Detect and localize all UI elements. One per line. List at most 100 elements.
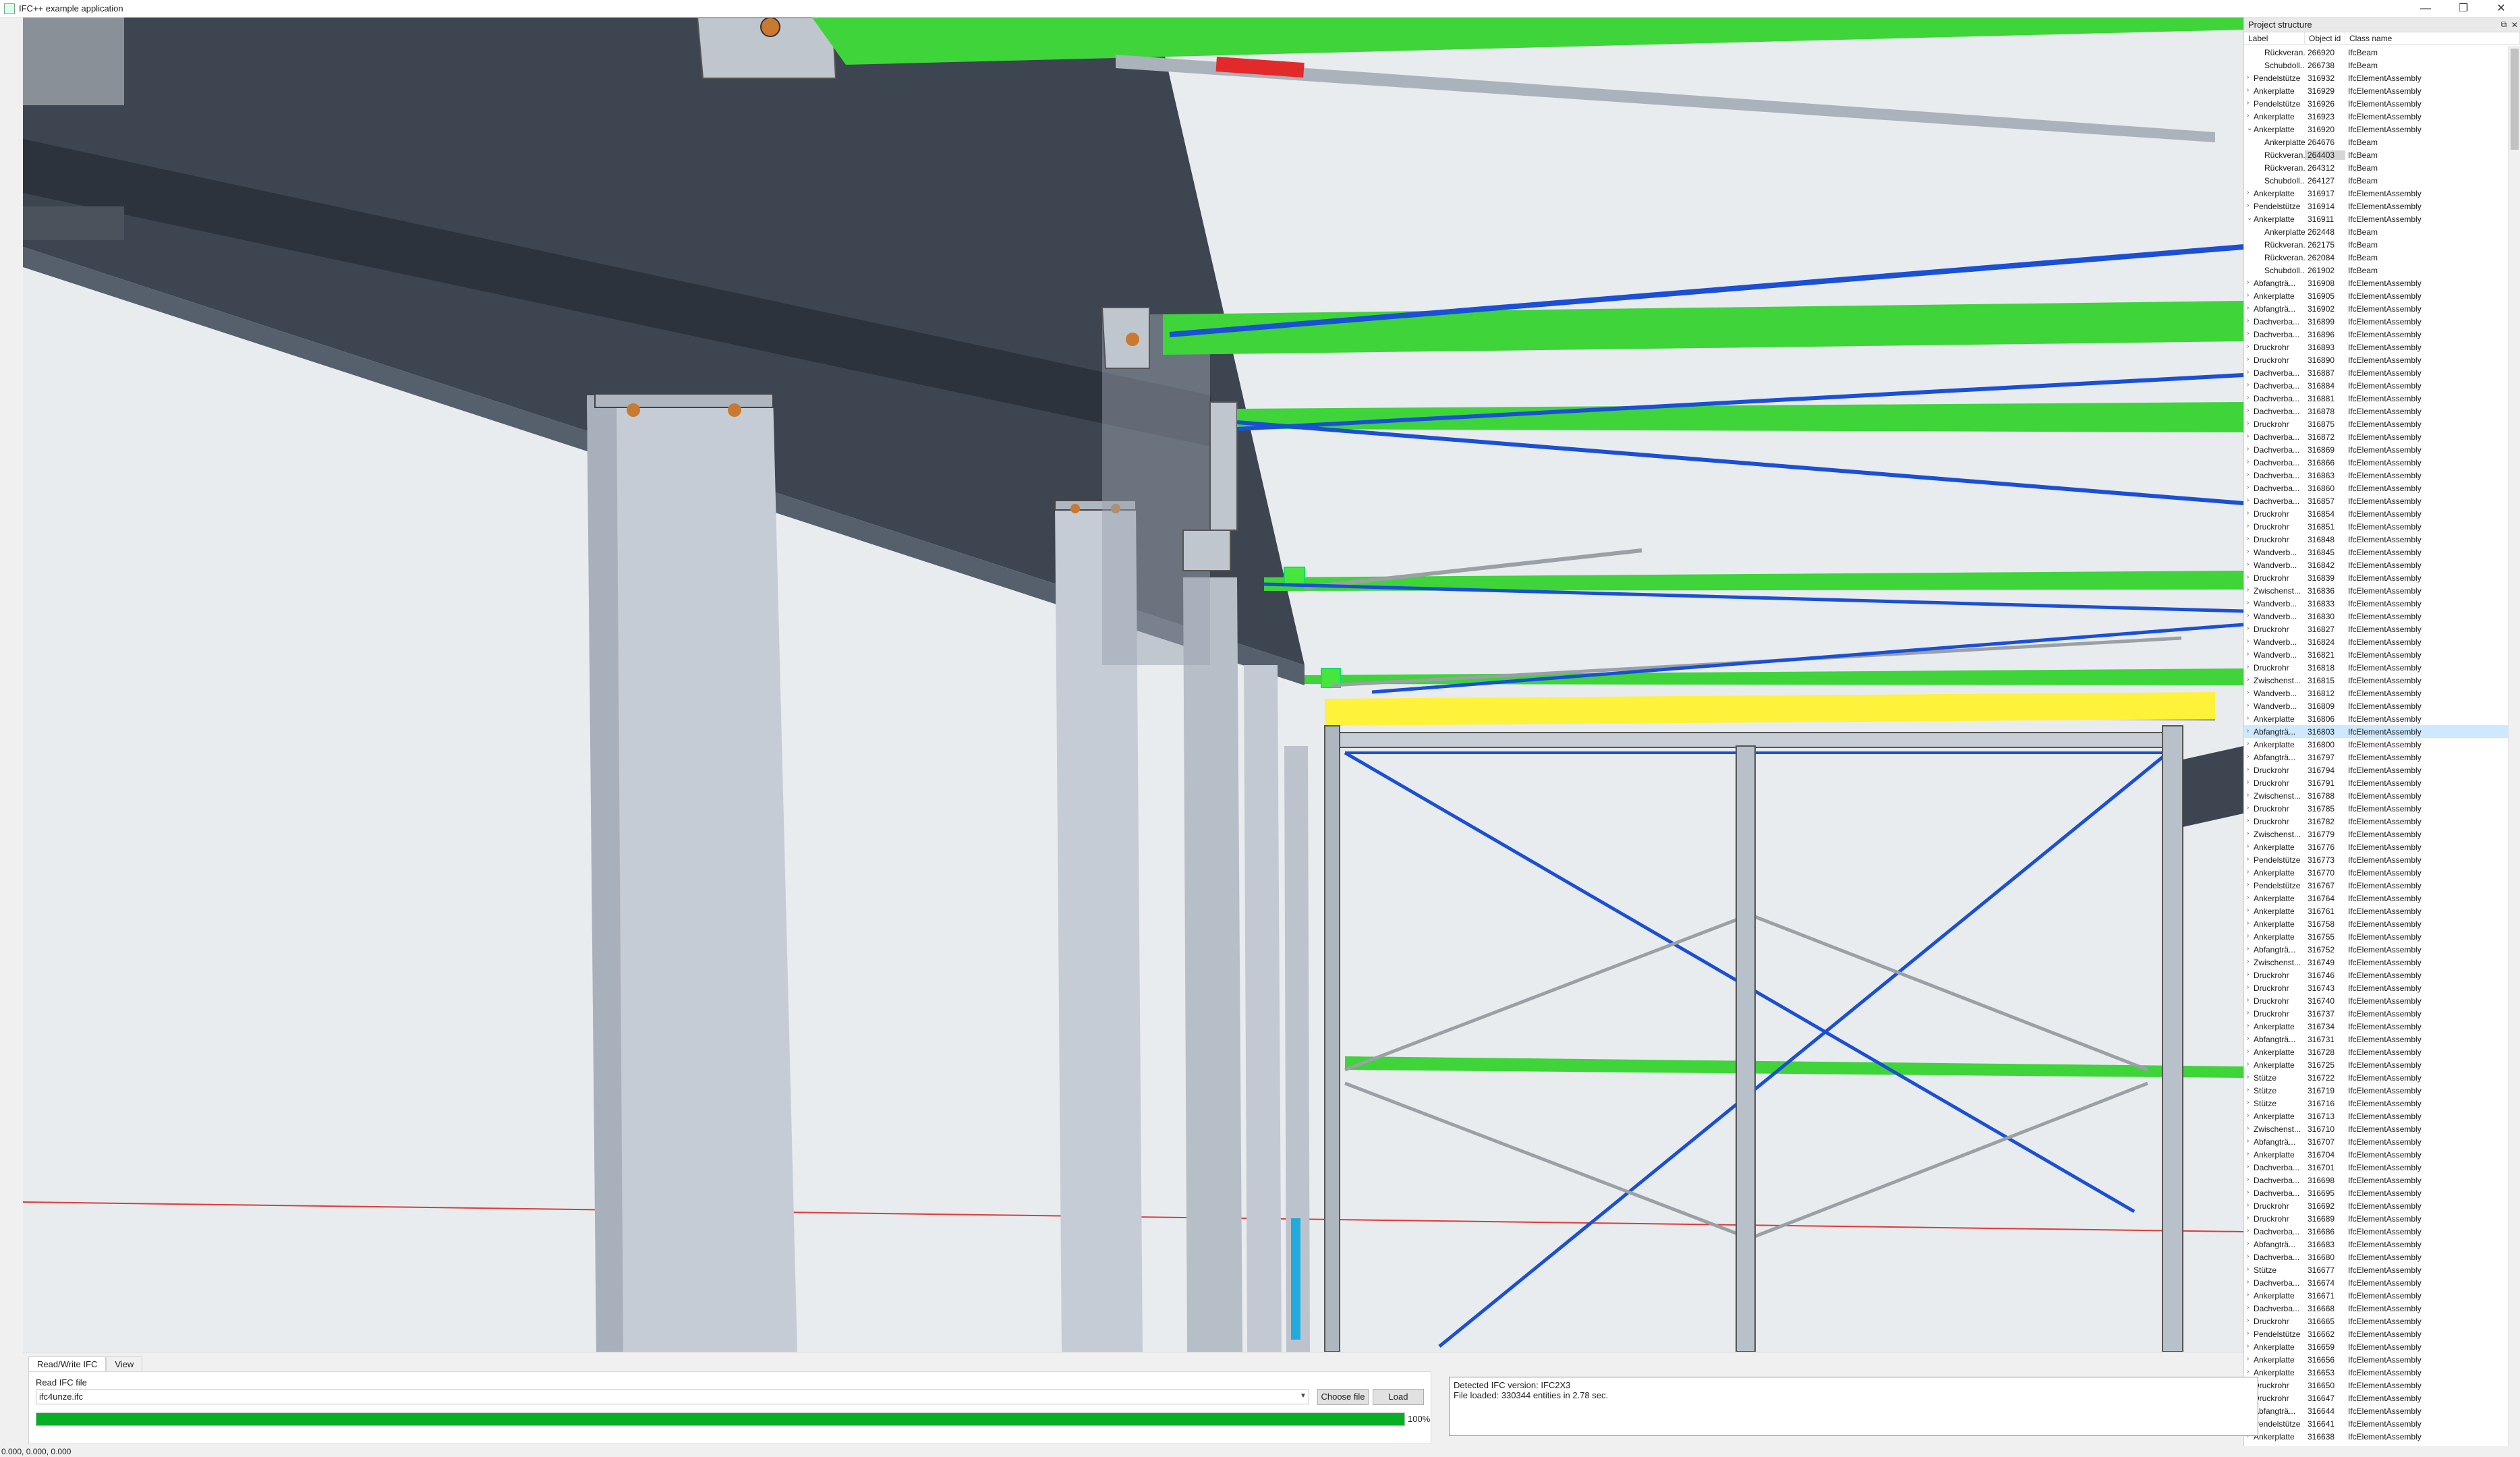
collapsed-arrow-icon[interactable]: › <box>2247 381 2249 389</box>
tree-row[interactable]: › Druckrohr 316665 IfcElementAssembly <box>2244 1315 2509 1327</box>
collapsed-arrow-icon[interactable]: › <box>2247 1048 2249 1055</box>
tree-row[interactable]: › Ankerplatte 316713 IfcElementAssembly <box>2244 1110 2509 1122</box>
tree-row[interactable]: › Dachverba... 316878 IfcElementAssembly <box>2244 405 2509 418</box>
collapsed-arrow-icon[interactable]: › <box>2247 894 2249 901</box>
tree-row[interactable]: Rückveran...262084 IfcBeam <box>2244 251 2509 264</box>
tree-row[interactable]: › Wandverb... 316842 IfcElementAssembly <box>2244 559 2509 571</box>
tree-row[interactable]: › Abfangträ... 316797 IfcElementAssembly <box>2244 751 2509 764</box>
tree-row[interactable]: › Druckrohr 316689 IfcElementAssembly <box>2244 1212 2509 1225</box>
tree-row[interactable]: › Dachverba... 316869 IfcElementAssembly <box>2244 443 2509 456</box>
tree-row[interactable]: › Pendelstütze 316767 IfcElementAssembly <box>2244 879 2509 892</box>
tree-row[interactable]: › Abfangträ... 316707 IfcElementAssembly <box>2244 1135 2509 1148</box>
collapsed-arrow-icon[interactable]: › <box>2247 1099 2249 1106</box>
tree-row[interactable]: › Zwischenst... 316788 IfcElementAssembly <box>2244 789 2509 802</box>
collapsed-arrow-icon[interactable]: › <box>2247 714 2249 722</box>
collapsed-arrow-icon[interactable]: › <box>2247 1150 2249 1158</box>
collapsed-arrow-icon[interactable]: › <box>2247 445 2249 453</box>
tree-row[interactable]: › Wandverb... 316821 IfcElementAssembly <box>2244 648 2509 661</box>
collapsed-arrow-icon[interactable]: › <box>2247 1035 2249 1042</box>
tree-row[interactable]: › Ankerplatte 316917 IfcElementAssembly <box>2244 187 2509 200</box>
tree-row[interactable]: › Ankerplatte 316923 IfcElementAssembly <box>2244 110 2509 123</box>
tree-row[interactable]: › Dachverba... 316680 IfcElementAssembly <box>2244 1251 2509 1263</box>
tree-row[interactable]: › Dachverba... 316881 IfcElementAssembly <box>2244 392 2509 405</box>
tree-row[interactable]: › Dachverba... 316668 IfcElementAssembly <box>2244 1302 2509 1315</box>
collapsed-arrow-icon[interactable]: › <box>2247 676 2249 683</box>
collapsed-arrow-icon[interactable]: › <box>2247 932 2249 940</box>
collapsed-arrow-icon[interactable]: › <box>2247 817 2249 824</box>
tree-row[interactable]: › Ankerplatte 316734 IfcElementAssembly <box>2244 1020 2509 1033</box>
load-button[interactable]: Load <box>1373 1389 1424 1405</box>
tree-row[interactable]: › Dachverba... 316674 IfcElementAssembly <box>2244 1276 2509 1289</box>
collapsed-arrow-icon[interactable]: › <box>2247 202 2249 209</box>
tree-row[interactable]: Rückveran...266920 IfcBeam <box>2244 46 2509 59</box>
tree-row[interactable]: › Druckrohr 316893 IfcElementAssembly <box>2244 341 2509 353</box>
collapsed-arrow-icon[interactable]: › <box>2247 637 2249 645</box>
tree-row[interactable]: › Ankerplatte 316671 IfcElementAssembly <box>2244 1289 2509 1302</box>
tree-row[interactable]: › Druckrohr 316854 IfcElementAssembly <box>2244 507 2509 520</box>
collapsed-arrow-icon[interactable]: › <box>2247 279 2249 286</box>
collapsed-arrow-icon[interactable]: › <box>2247 407 2249 414</box>
tree-row[interactable]: ⌄ Ankerplatte 316920 IfcElementAssembly <box>2244 123 2509 136</box>
collapsed-arrow-icon[interactable]: › <box>2247 1009 2249 1017</box>
scrollbar-thumb[interactable] <box>2511 49 2519 150</box>
collapsed-arrow-icon[interactable]: › <box>2247 522 2249 530</box>
collapsed-arrow-icon[interactable]: › <box>2247 1137 2249 1145</box>
collapsed-arrow-icon[interactable]: › <box>2247 919 2249 927</box>
collapsed-arrow-icon[interactable]: › <box>2247 1278 2249 1286</box>
collapsed-arrow-icon[interactable]: › <box>2247 291 2249 299</box>
minimize-button[interactable]: — <box>2407 0 2444 18</box>
collapsed-arrow-icon[interactable]: › <box>2247 1330 2249 1337</box>
tree-row[interactable]: › Ankerplatte 316653 IfcElementAssembly <box>2244 1366 2509 1379</box>
tree-row[interactable]: › Ankerplatte 316755 IfcElementAssembly <box>2244 930 2509 943</box>
collapsed-arrow-icon[interactable]: › <box>2247 509 2249 517</box>
tree-row[interactable]: › Wandverb... 316833 IfcElementAssembly <box>2244 597 2509 610</box>
collapsed-arrow-icon[interactable]: › <box>2247 1227 2249 1234</box>
tree-row[interactable]: › Ankerplatte 316758 IfcElementAssembly <box>2244 917 2509 930</box>
tree-row[interactable]: › Druckrohr 316818 IfcElementAssembly <box>2244 661 2509 674</box>
collapsed-arrow-icon[interactable]: › <box>2247 432 2249 440</box>
tree-row[interactable]: › Pendelstütze 316926 IfcElementAssembly <box>2244 97 2509 110</box>
collapsed-arrow-icon[interactable]: › <box>2247 189 2249 196</box>
tree-row[interactable]: › Ankerplatte 316704 IfcElementAssembly <box>2244 1148 2509 1161</box>
collapsed-arrow-icon[interactable]: › <box>2247 1214 2249 1222</box>
collapsed-arrow-icon[interactable]: › <box>2247 458 2249 465</box>
collapsed-arrow-icon[interactable]: › <box>2247 74 2249 81</box>
maximize-button[interactable]: ❐ <box>2444 0 2482 18</box>
tree-row[interactable]: › Ankerplatte 316764 IfcElementAssembly <box>2244 892 2509 905</box>
collapsed-arrow-icon[interactable]: › <box>2247 86 2249 94</box>
tree-row[interactable]: › Dachverba... 316860 IfcElementAssembly <box>2244 482 2509 494</box>
tree-row[interactable]: › Dachverba... 316863 IfcElementAssembly <box>2244 469 2509 482</box>
chevron-down-icon[interactable]: ▼ <box>1300 1392 1307 1400</box>
tree-row[interactable]: › Druckrohr 316851 IfcElementAssembly <box>2244 520 2509 533</box>
tree-row[interactable]: › Abfangträ... 316752 IfcElementAssembly <box>2244 943 2509 956</box>
collapsed-arrow-icon[interactable]: › <box>2247 112 2249 119</box>
tree-row[interactable]: › Ankerplatte 316656 IfcElementAssembly <box>2244 1353 2509 1366</box>
tree-row[interactable]: › Zwischenst... 316836 IfcElementAssembly <box>2244 584 2509 597</box>
collapsed-arrow-icon[interactable]: › <box>2247 1073 2249 1081</box>
tree-row[interactable]: › Pendelstütze 316662 IfcElementAssembly <box>2244 1327 2509 1340</box>
tree-row[interactable]: › Wandverb... 316812 IfcElementAssembly <box>2244 687 2509 699</box>
collapsed-arrow-icon[interactable]: › <box>2247 343 2249 350</box>
tree-row[interactable]: › Stütze 316677 IfcElementAssembly <box>2244 1263 2509 1276</box>
tree-row[interactable]: › Dachverba... 316857 IfcElementAssembly <box>2244 494 2509 507</box>
tree-row[interactable]: › Dachverba... 316887 IfcElementAssembly <box>2244 366 2509 379</box>
expanded-arrow-icon[interactable]: ⌄ <box>2247 125 2252 132</box>
collapsed-arrow-icon[interactable]: › <box>2247 650 2249 658</box>
tree-row[interactable]: › Druckrohr 316692 IfcElementAssembly <box>2244 1199 2509 1212</box>
tree-row[interactable]: › Zwischenst... 316815 IfcElementAssembly <box>2244 674 2509 687</box>
tree-row[interactable]: › Druckrohr 316743 IfcElementAssembly <box>2244 981 2509 994</box>
collapsed-arrow-icon[interactable]: › <box>2247 1086 2249 1093</box>
tree-row[interactable]: › Ankerplatte 316761 IfcElementAssembly <box>2244 905 2509 917</box>
collapsed-arrow-icon[interactable]: › <box>2247 945 2249 952</box>
tree-row[interactable]: › Abfangträ... 316731 IfcElementAssembly <box>2244 1033 2509 1046</box>
tree-row[interactable]: › Ankerplatte 316728 IfcElementAssembly <box>2244 1046 2509 1058</box>
column-header-label[interactable]: Label <box>2244 32 2305 44</box>
tree-row[interactable]: › Ankerplatte 316776 IfcElementAssembly <box>2244 840 2509 853</box>
collapsed-arrow-icon[interactable]: › <box>2247 753 2249 760</box>
tree-row[interactable]: › Dachverba... 316884 IfcElementAssembly <box>2244 379 2509 392</box>
tree-row[interactable]: Rückveran...262175 IfcBeam <box>2244 238 2509 251</box>
collapsed-arrow-icon[interactable]: › <box>2247 535 2249 542</box>
choose-file-button[interactable]: Choose file <box>1317 1389 1369 1405</box>
dock-close-icon[interactable]: ✕ <box>2509 20 2520 30</box>
collapsed-arrow-icon[interactable]: › <box>2247 330 2249 337</box>
